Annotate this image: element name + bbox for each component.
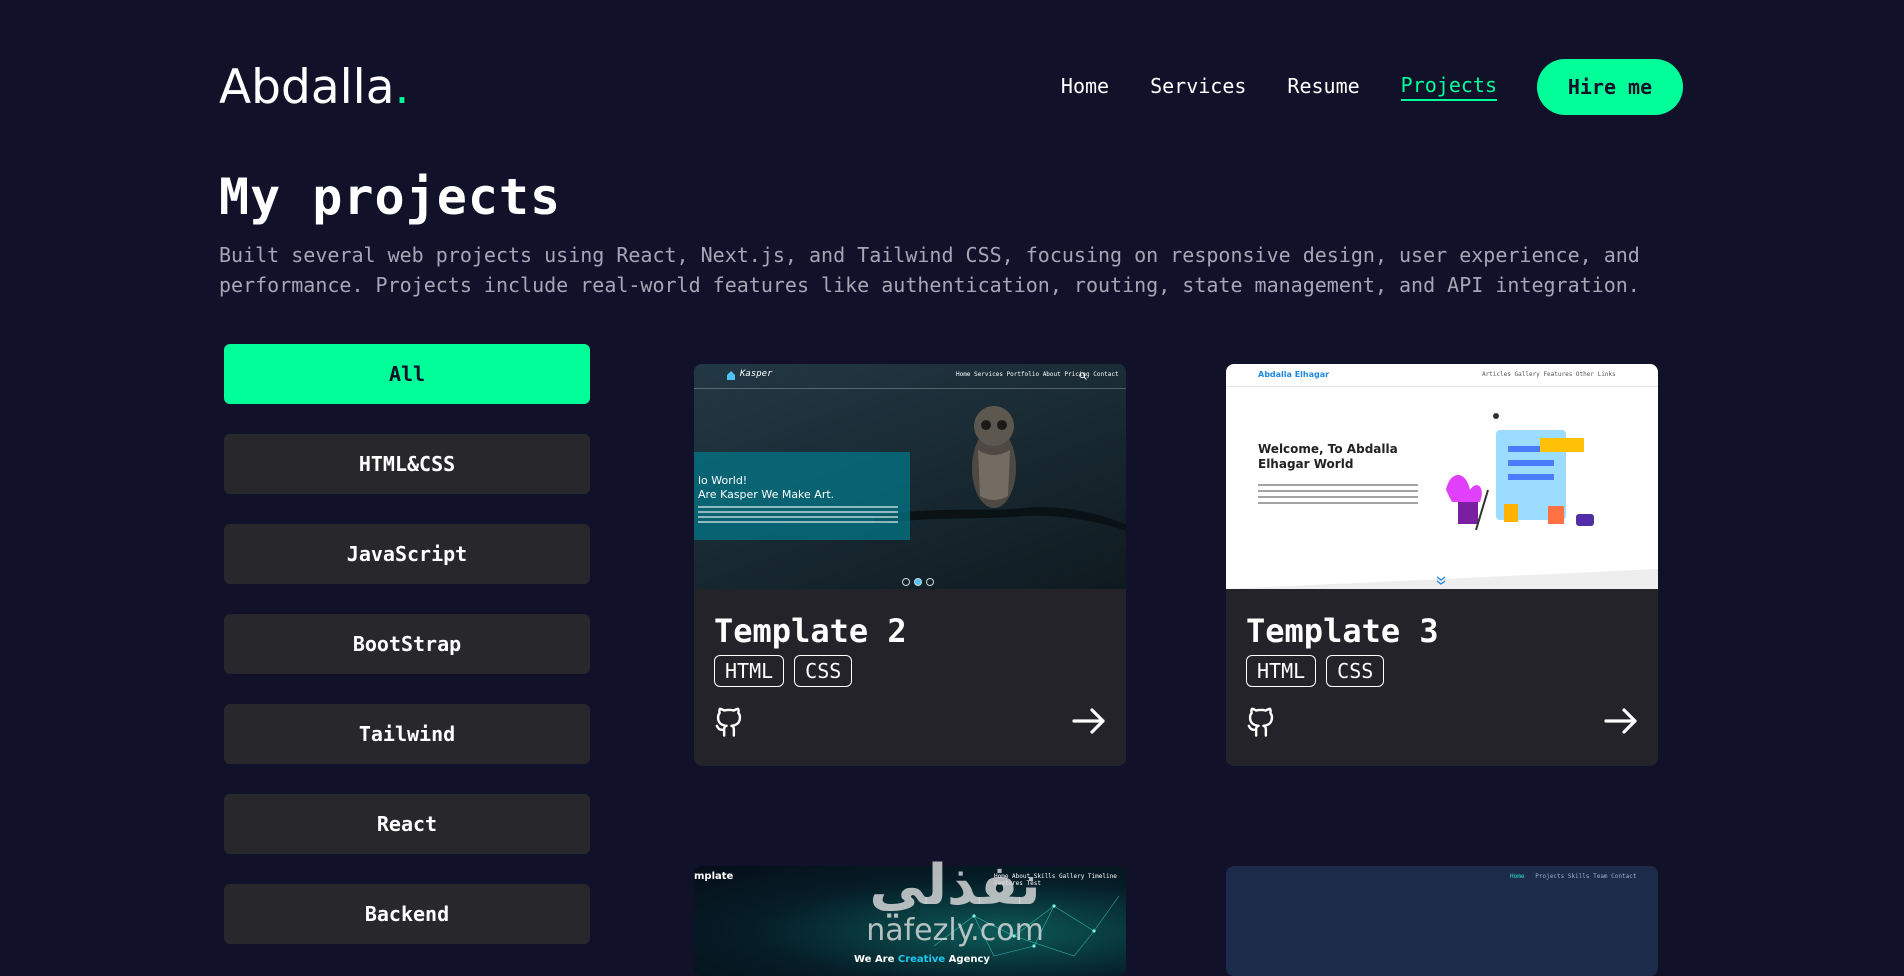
nav-link-services[interactable]: Services <box>1150 74 1246 100</box>
filter-react-button[interactable]: React <box>224 794 590 854</box>
tag-css: CSS <box>1326 655 1385 687</box>
github-icon[interactable] <box>1246 704 1276 738</box>
project-thumbnail[interactable]: Kasper Home Services Portfolio About Pri… <box>694 364 1126 589</box>
thumbnail-nav: Home Services Portfolio About Pricing Co… <box>956 371 1119 378</box>
filter-all-button[interactable]: All <box>224 344 590 404</box>
main-nav: Home Services Resume Projects Hire me <box>1020 56 1683 118</box>
arrow-right-icon[interactable] <box>1604 708 1638 734</box>
watermark-arabic: نفذلي <box>869 853 1041 918</box>
site-header: Abdalla. Home Services Resume Projects H… <box>219 56 1683 118</box>
thumbnail-heading: Welcome, To Abdalla Elhagar World <box>1258 442 1398 471</box>
tag-html: HTML <box>1246 655 1317 687</box>
hero-line-2: Are Kasper We Make Art. <box>698 488 835 501</box>
thumbnail-nav: Articles Gallery Features Other Links <box>1482 371 1616 378</box>
project-card: Kasper Home Services Portfolio About Pri… <box>694 364 1126 766</box>
thumbnail-nav: Home Projects Skills Team Contact <box>1510 873 1637 880</box>
page-intro: Built several web projects using React, … <box>219 243 1640 297</box>
thumbnail-hero: We Are Creative Agency <box>854 954 990 965</box>
arrow-right-icon[interactable] <box>1072 708 1106 734</box>
thumbnail-brand: Abdalla Elhagar <box>1258 370 1330 379</box>
project-title: Template 3 <box>1246 612 1439 650</box>
hire-me-button[interactable]: Hire me <box>1537 59 1683 115</box>
github-icon[interactable] <box>714 704 744 738</box>
house-icon <box>727 371 735 380</box>
project-tags: HTML CSS <box>714 655 862 687</box>
project-thumbnail[interactable]: Abdalla Elhagar Articles Gallery Feature… <box>1226 364 1658 589</box>
nav-link-projects[interactable]: Projects <box>1400 73 1497 101</box>
filter-javascript-button[interactable]: JavaScript <box>224 524 590 584</box>
tag-css: CSS <box>794 655 853 687</box>
hero-paragraph <box>698 506 898 524</box>
logo-text: Abdalla <box>219 60 395 115</box>
search-icon <box>1079 372 1087 380</box>
illustration-graphic <box>1446 413 1594 531</box>
page-title: My projects <box>219 168 562 226</box>
logo[interactable]: Abdalla. <box>219 60 410 115</box>
slider-dots <box>900 578 936 586</box>
project-tags: HTML CSS <box>1246 655 1394 687</box>
filter-backend-button[interactable]: Backend <box>224 884 590 944</box>
watermark-latin: nafezly.com <box>866 913 1044 948</box>
watermark-logo: نفذلي nafezly.com <box>845 858 1065 948</box>
project-thumbnail[interactable]: Home Projects Skills Team Contact <box>1226 866 1658 976</box>
nav-link-home[interactable]: Home <box>1061 74 1109 100</box>
hero-line-1: lo World! <box>698 474 748 487</box>
project-title: Template 2 <box>714 612 907 650</box>
filter-html-css-button[interactable]: HTML&CSS <box>224 434 590 494</box>
logo-dot: . <box>394 60 410 115</box>
thumbnail-brand: mplate <box>694 871 734 882</box>
project-filters: All HTML&CSS JavaScript BootStrap Tailwi… <box>224 344 590 974</box>
project-card: Home Projects Skills Team Contact <box>1226 866 1658 976</box>
tag-html: HTML <box>714 655 785 687</box>
nav-link-resume[interactable]: Resume <box>1287 74 1359 100</box>
filter-tailwind-button[interactable]: Tailwind <box>224 704 590 764</box>
filter-bootstrap-button[interactable]: BootStrap <box>224 614 590 674</box>
thumbnail-brand: Kasper <box>740 369 773 379</box>
owl-graphic <box>972 406 1016 508</box>
project-card: Abdalla Elhagar Articles Gallery Feature… <box>1226 364 1658 766</box>
chevron-down-icon <box>1436 576 1446 585</box>
thumbnail-paragraph <box>1258 484 1418 508</box>
